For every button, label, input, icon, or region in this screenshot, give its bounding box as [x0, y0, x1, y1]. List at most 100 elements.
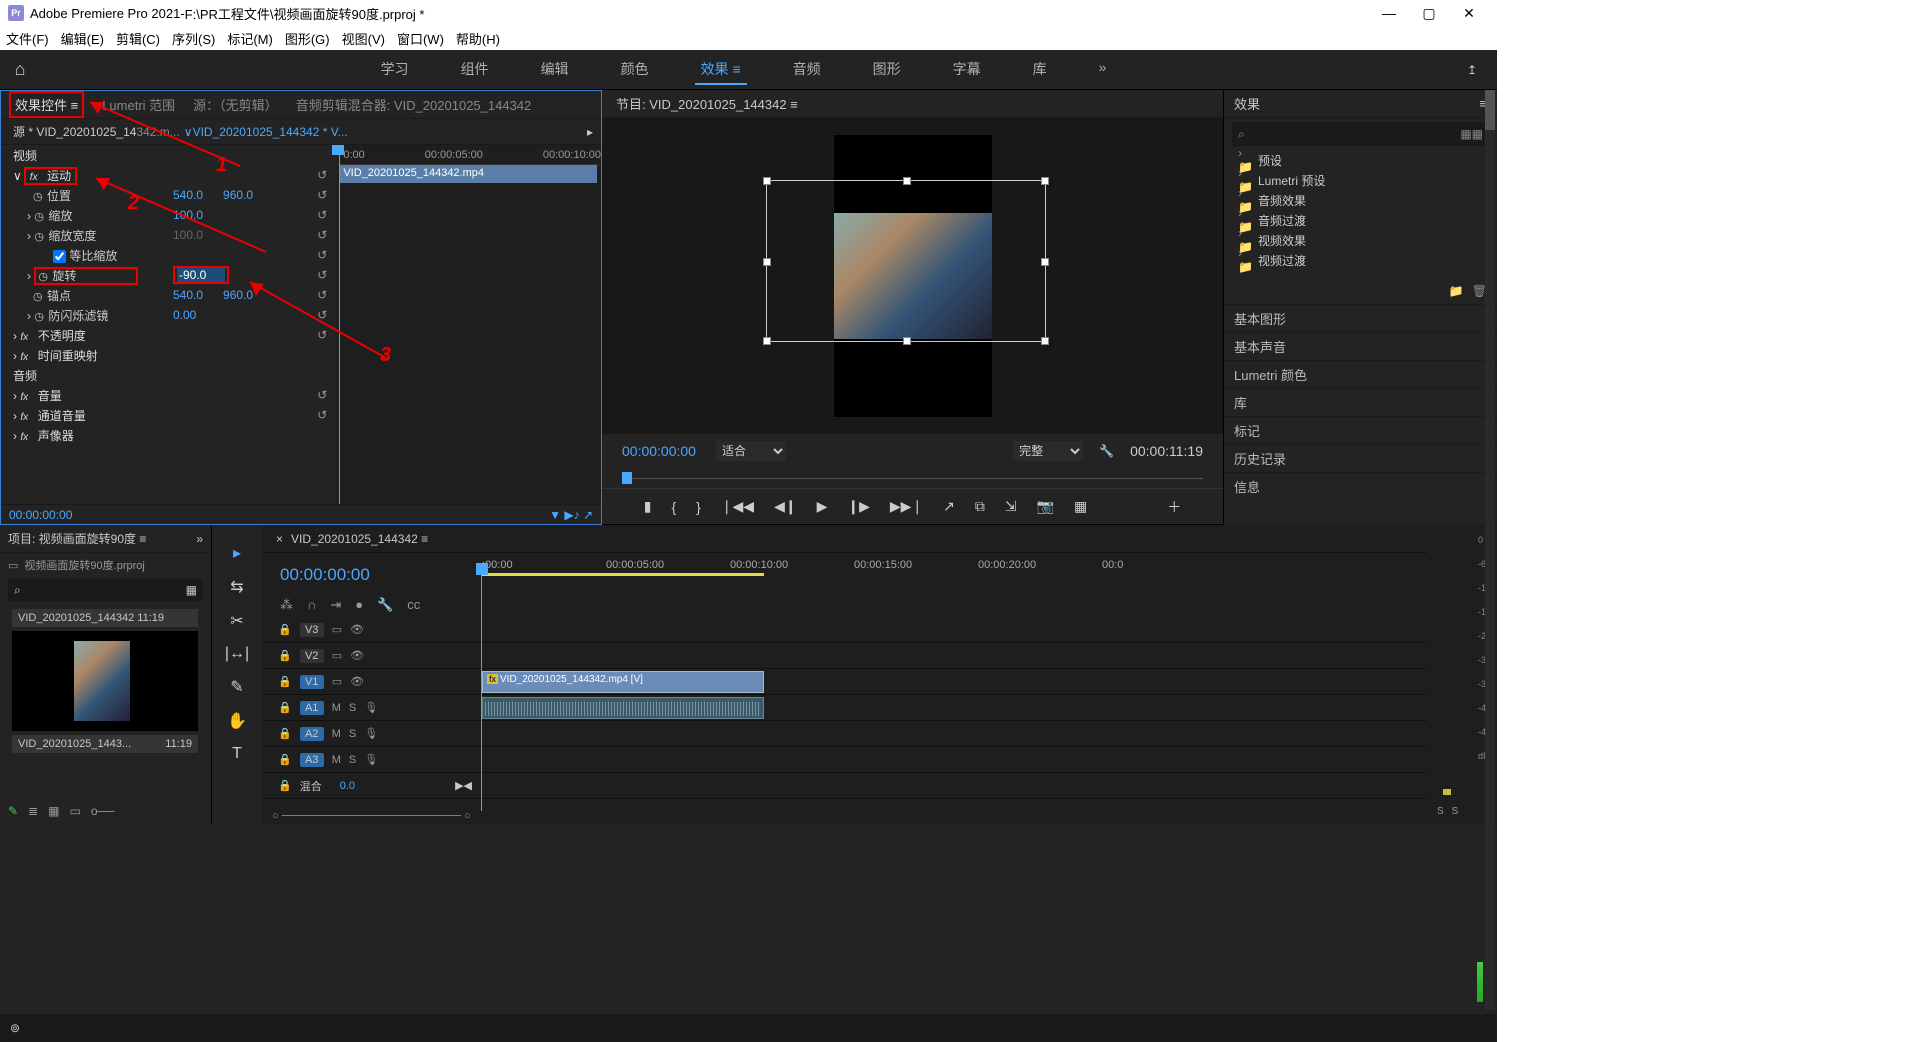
timeremap-effect[interactable]: 时间重映射 [38, 349, 98, 363]
export-frame-icon[interactable]: ⇲ [1005, 498, 1017, 515]
acc-info[interactable]: 信息 [1224, 472, 1497, 500]
effect-timecode[interactable]: 00:00:00:00 [9, 508, 72, 522]
cc-icon[interactable]: cc [407, 597, 420, 617]
menu-window[interactable]: 窗口(W) [397, 29, 444, 48]
track-v3[interactable]: 🔒V3▭👁 [262, 617, 482, 643]
acc-libraries[interactable]: 库 [1224, 388, 1497, 416]
extract-icon[interactable]: ⧉ [975, 498, 985, 515]
set-in-icon[interactable]: { [671, 499, 676, 515]
program-scrubber[interactable] [622, 468, 1203, 488]
prop-anchor[interactable]: 锚点 [47, 289, 71, 303]
play-icon[interactable]: ▶ [817, 498, 828, 515]
ws-audio[interactable]: 音频 [787, 55, 827, 85]
home-icon[interactable]: ⌂ [0, 59, 40, 80]
ws-more[interactable]: » [1093, 55, 1113, 85]
position-y[interactable]: 960.0 [223, 188, 253, 202]
uniform-scale-checkbox[interactable] [53, 250, 66, 263]
export-icon[interactable]: ↥ [1447, 63, 1497, 77]
ws-effects[interactable]: 效果 ≡ [695, 55, 747, 85]
selection-tool[interactable]: ▸ [233, 543, 241, 563]
compare-icon[interactable]: ▦ [1074, 498, 1087, 515]
menu-clip[interactable]: 剪辑(C) [116, 29, 160, 48]
acc-essential-graphics[interactable]: 基本图形 [1224, 304, 1497, 332]
folder-presets[interactable]: › 📁预设 [1224, 150, 1497, 170]
playhead-icon[interactable] [332, 145, 344, 155]
folder-audio-trans[interactable]: › 📁音频过渡 [1224, 210, 1497, 230]
track-a1[interactable]: 🔒A1MS🎙 [262, 695, 482, 721]
timeline-content[interactable]: fxVID_20201025_144342.mp4 [V] [482, 617, 1427, 807]
snap-icon[interactable]: ⁂ [280, 597, 293, 617]
bin-icon[interactable]: ▭ [8, 559, 18, 572]
ws-graphics[interactable]: 图形 [867, 55, 907, 85]
acc-markers[interactable]: 标记 [1224, 416, 1497, 444]
ws-color[interactable]: 颜色 [615, 55, 655, 85]
solo-left[interactable]: S [1437, 806, 1444, 817]
folder-video-trans[interactable]: › 📁视频过渡 [1224, 250, 1497, 270]
menu-view[interactable]: 视图(V) [342, 29, 385, 48]
channel-volume-effect[interactable]: 通道音量 [38, 409, 86, 423]
ws-learn[interactable]: 学习 [375, 55, 415, 85]
cc-icon[interactable]: ⊚ [10, 1021, 20, 1035]
icon-view-icon[interactable]: ▦ [48, 804, 59, 818]
track-a2[interactable]: 🔒A2MS🎙 [262, 721, 482, 747]
menu-file[interactable]: 文件(F) [6, 29, 49, 48]
project-search[interactable]: ⌕▦ [8, 579, 203, 601]
minimize-button[interactable]: — [1369, 5, 1409, 21]
prop-scale[interactable]: 缩放 [48, 209, 72, 223]
pen-tool[interactable]: ✎ [230, 677, 243, 697]
track-mix[interactable]: 🔒混合0.0▶◀ [262, 773, 482, 799]
zoom-slider[interactable]: o── [91, 804, 115, 818]
tab-audio-mixer[interactable]: 音频剪辑混合器: VID_20201025_144342 [296, 95, 532, 114]
acc-lumetri-color[interactable]: Lumetri 颜色 [1224, 360, 1497, 388]
menu-graphics[interactable]: 图形(G) [285, 29, 330, 48]
menu-help[interactable]: 帮助(H) [456, 29, 500, 48]
volume-effect[interactable]: 音量 [38, 389, 62, 403]
step-forward-icon[interactable]: ❙▶ [847, 498, 870, 515]
effect-foot-icons[interactable]: ▼ ▶♪ ↗ [549, 508, 593, 522]
rotation-input[interactable] [177, 268, 225, 282]
menu-marker[interactable]: 标记(M) [227, 29, 273, 48]
menu-edit[interactable]: 编辑(E) [61, 29, 104, 48]
folder-lumetri[interactable]: › 📁Lumetri 预设 [1224, 170, 1497, 190]
ws-captions[interactable]: 字幕 [947, 55, 987, 85]
mark-in-icon[interactable]: ▮ [644, 498, 652, 515]
add-button-icon[interactable]: ＋ [1167, 497, 1181, 517]
settings-icon[interactable]: ● [355, 597, 363, 617]
lift-icon[interactable]: ↗ [943, 498, 955, 515]
link-icon[interactable]: ∩ [307, 597, 316, 617]
track-a3[interactable]: 🔒A3MS🎙 [262, 747, 482, 773]
ws-libraries[interactable]: 库 [1027, 55, 1053, 85]
fit-dropdown[interactable]: 适合 [716, 441, 786, 461]
sequence-close-icon[interactable]: × [276, 532, 283, 546]
marker-icon[interactable]: ⇥ [330, 597, 341, 617]
hand-tool[interactable]: ✋ [227, 711, 247, 731]
project-clip-thumb[interactable]: VID_20201025_144342 11:19 VID_20201025_1… [12, 609, 198, 753]
reset-icon[interactable]: ↺ [317, 168, 327, 182]
goto-out-icon[interactable]: ▶▶❘ [890, 498, 923, 515]
program-title[interactable]: 节目: VID_20201025_144342 ≡ [616, 94, 798, 113]
slip-tool[interactable]: |↔| [225, 645, 249, 663]
program-view[interactable] [602, 118, 1223, 434]
type-tool[interactable]: T [232, 745, 242, 763]
folder-video-fx[interactable]: › 📁视频效果 [1224, 230, 1497, 250]
video-clip[interactable]: fxVID_20201025_144342.mp4 [V] [482, 671, 764, 693]
ws-assembly[interactable]: 组件 [455, 55, 495, 85]
project-more-icon[interactable]: » [196, 532, 203, 546]
camera-icon[interactable]: 📷 [1037, 498, 1054, 515]
selection-box[interactable] [766, 180, 1046, 342]
work-area-bar[interactable] [482, 573, 764, 576]
maximize-button[interactable]: ▢ [1409, 5, 1449, 22]
audio-clip[interactable] [482, 697, 764, 719]
project-title[interactable]: 项目: 视频画面旋转90度 ≡ [8, 530, 146, 547]
tab-source[interactable]: 源：（无剪辑） [193, 95, 278, 114]
filter-icon[interactable]: ▦ [186, 583, 197, 597]
track-v1[interactable]: 🔒V1▭👁 [262, 669, 482, 695]
timeline-timecode[interactable]: 00:00:00:00 [280, 565, 370, 585]
tab-effect-controls[interactable]: 效果控件 ≡ [9, 91, 84, 118]
goto-in-icon[interactable]: ❘◀◀ [721, 498, 754, 515]
program-timecode-left[interactable]: 00:00:00:00 [622, 443, 696, 459]
motion-effect[interactable]: 运动 [47, 169, 71, 183]
prop-rotation[interactable]: 旋转 [52, 269, 76, 283]
prop-position[interactable]: 位置 [47, 189, 71, 203]
panner-effect[interactable]: 声像器 [38, 429, 74, 443]
